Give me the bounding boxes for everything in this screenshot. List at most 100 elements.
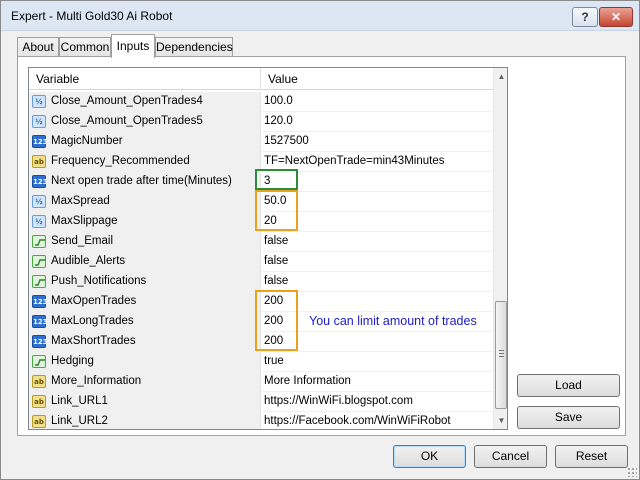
- expert-properties-window: Expert - Multi Gold30 Ai Robot ? ✕ About…: [0, 0, 640, 480]
- variable-value: 120.0: [264, 115, 293, 127]
- highlight-trade-limits: [255, 290, 298, 351]
- input-row[interactable]: Send_Email false: [29, 232, 493, 252]
- variable-name: More_Information: [51, 375, 142, 387]
- variable-name: Close_Amount_OpenTrades5: [51, 115, 203, 127]
- variable-name: MaxOpenTrades: [51, 295, 137, 307]
- variable-name: MaxSlippage: [51, 215, 118, 227]
- variable-name: MaxLongTrades: [51, 315, 134, 327]
- input-row[interactable]: ab Link_URL1 https://WinWiFi.blogspot.com: [29, 392, 493, 412]
- variable-value: true: [264, 355, 284, 367]
- variable-cell[interactable]: ab Link_URL1: [29, 392, 261, 412]
- boolean-type-icon: [32, 235, 46, 248]
- tab-common[interactable]: Common: [59, 37, 111, 57]
- variable-cell[interactable]: ½ Close_Amount_OpenTrades4: [29, 92, 261, 112]
- variable-cell[interactable]: 123 MaxLongTrades: [29, 312, 261, 332]
- variable-value: false: [264, 255, 289, 267]
- variable-cell[interactable]: ½ MaxSlippage: [29, 212, 261, 232]
- reset-button[interactable]: Reset: [555, 445, 628, 468]
- integer-type-icon: 123: [32, 175, 48, 188]
- variable-name: MaxShortTrades: [51, 335, 136, 347]
- column-header-value[interactable]: Value: [261, 68, 507, 90]
- value-cell[interactable]: https://WinWiFi.blogspot.com: [261, 392, 493, 412]
- value-cell[interactable]: 120.0: [261, 112, 493, 132]
- string-type-icon: ab: [32, 375, 46, 388]
- input-row[interactable]: Audible_Alerts false: [29, 252, 493, 272]
- help-button[interactable]: ?: [572, 7, 598, 27]
- value-cell[interactable]: 100.0: [261, 92, 493, 112]
- string-type-icon: ab: [32, 415, 46, 428]
- string-type-icon: ab: [32, 155, 46, 168]
- variable-cell[interactable]: ab Frequency_Recommended: [29, 152, 261, 172]
- variable-cell[interactable]: ab Link_URL2: [29, 412, 261, 429]
- double-type-icon: ½: [32, 115, 46, 128]
- variable-name: Link_URL2: [51, 415, 108, 427]
- tab-dependencies[interactable]: Dependencies: [155, 37, 233, 57]
- input-row[interactable]: Push_Notifications false: [29, 272, 493, 292]
- variable-cell[interactable]: Hedging: [29, 352, 261, 372]
- boolean-type-icon: [32, 275, 46, 288]
- double-type-icon: ½: [32, 195, 46, 208]
- variable-name: Send_Email: [51, 235, 114, 247]
- variable-cell[interactable]: ½ MaxSpread: [29, 192, 261, 212]
- ok-button[interactable]: OK: [393, 445, 466, 468]
- grid-rows: ½ Close_Amount_OpenTrades4 100.0 ½ Close_Amo…: [29, 92, 493, 429]
- cancel-button[interactable]: Cancel: [474, 445, 547, 468]
- variable-cell[interactable]: 123 MagicNumber: [29, 132, 261, 152]
- variable-name: MagicNumber: [51, 135, 123, 147]
- variable-cell[interactable]: Audible_Alerts: [29, 252, 261, 272]
- question-icon: ?: [581, 10, 589, 24]
- input-row[interactable]: ab Link_URL2 https://Facebook.com/WinWiFiR…: [29, 412, 493, 429]
- value-cell[interactable]: false: [261, 232, 493, 252]
- input-row[interactable]: ab More_Information More Information: [29, 372, 493, 392]
- variable-cell[interactable]: Send_Email: [29, 232, 261, 252]
- save-button[interactable]: Save: [517, 406, 620, 429]
- scroll-up-icon[interactable]: ▲: [494, 68, 507, 85]
- inputs-grid: Variable Value ½ Close_Amount_OpenTrades4…: [28, 67, 508, 430]
- tab-about[interactable]: About: [17, 37, 59, 57]
- scroll-down-icon[interactable]: ▼: [494, 412, 507, 429]
- variable-name: Next open trade after time(Minutes): [51, 175, 232, 187]
- highlight-spread-slippage: [255, 190, 298, 231]
- variable-cell[interactable]: 123 MaxOpenTrades: [29, 292, 261, 312]
- variable-cell[interactable]: ab More_Information: [29, 372, 261, 392]
- close-icon: ✕: [610, 10, 622, 24]
- highlight-next-open-trade: [255, 169, 298, 190]
- variable-name: Close_Amount_OpenTrades4: [51, 95, 203, 107]
- value-cell[interactable]: 1527500: [261, 132, 493, 152]
- variable-cell[interactable]: 123 MaxShortTrades: [29, 332, 261, 352]
- boolean-type-icon: [32, 255, 46, 268]
- title-bar[interactable]: Expert - Multi Gold30 Ai Robot ? ✕: [1, 1, 639, 31]
- variable-value: false: [264, 275, 289, 287]
- trade-limit-annotation: You can limit amount of trades: [309, 314, 477, 328]
- value-cell[interactable]: https://Facebook.com/WinWiFiRobot: [261, 412, 493, 429]
- column-header-variable[interactable]: Variable: [29, 68, 261, 90]
- boolean-type-icon: [32, 355, 46, 368]
- variable-cell[interactable]: 123 Next open trade after time(Minutes): [29, 172, 261, 192]
- input-row[interactable]: ½ Close_Amount_OpenTrades4 100.0: [29, 92, 493, 112]
- window-title: Expert - Multi Gold30 Ai Robot: [11, 9, 173, 23]
- variable-cell[interactable]: Push_Notifications: [29, 272, 261, 292]
- variable-value: 100.0: [264, 95, 293, 107]
- load-button[interactable]: Load: [517, 374, 620, 397]
- variable-cell[interactable]: ½ Close_Amount_OpenTrades5: [29, 112, 261, 132]
- vertical-scrollbar[interactable]: ▲ ▼: [493, 68, 507, 429]
- integer-type-icon: 123: [32, 335, 48, 348]
- variable-value: 1527500: [264, 135, 309, 147]
- variable-value: More Information: [264, 375, 351, 387]
- variable-name: MaxSpread: [51, 195, 110, 207]
- double-type-icon: ½: [32, 215, 46, 228]
- input-row[interactable]: ½ Close_Amount_OpenTrades5 120.0: [29, 112, 493, 132]
- tab-inputs[interactable]: Inputs: [111, 34, 155, 58]
- grip-icon: [499, 350, 504, 357]
- close-button[interactable]: ✕: [599, 7, 633, 27]
- value-cell[interactable]: false: [261, 252, 493, 272]
- scroll-thumb[interactable]: [495, 301, 507, 409]
- input-row[interactable]: 123 MagicNumber 1527500: [29, 132, 493, 152]
- input-row[interactable]: Hedging true: [29, 352, 493, 372]
- value-cell[interactable]: More Information: [261, 372, 493, 392]
- integer-type-icon: 123: [32, 315, 48, 328]
- value-cell[interactable]: true: [261, 352, 493, 372]
- resize-grip-icon[interactable]: [627, 467, 637, 477]
- value-cell[interactable]: false: [261, 272, 493, 292]
- double-type-icon: ½: [32, 95, 46, 108]
